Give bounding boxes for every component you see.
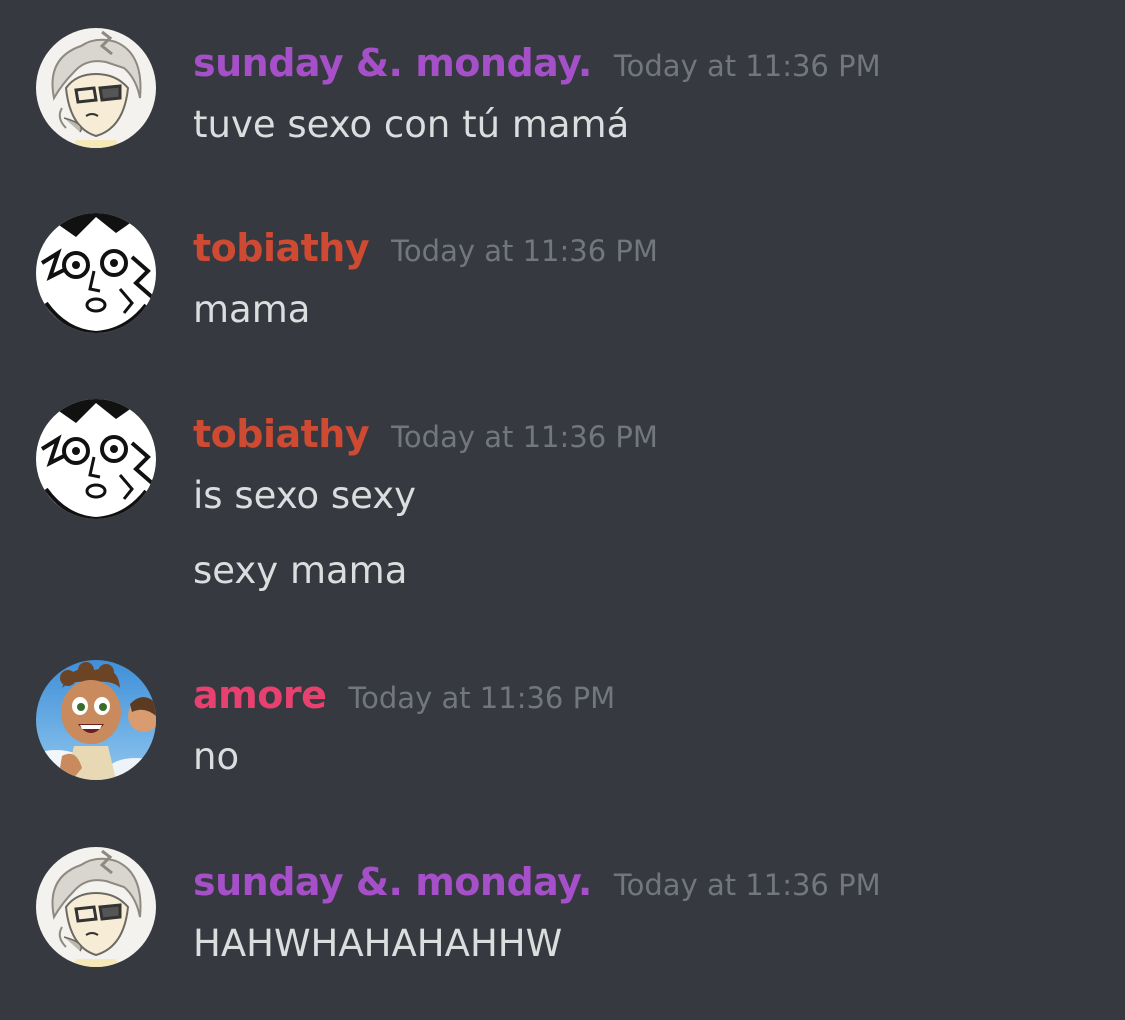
message-header: amore Today at 11:36 PM (193, 670, 615, 720)
username[interactable]: tobiathy (193, 226, 370, 270)
message-header: sunday &. monday. Today at 11:36 PM (193, 38, 881, 88)
message-text: HAHWHAHAHAHHW (193, 922, 563, 965)
message-text: sexy mama (193, 549, 408, 592)
message-group: sunday &. monday. Today at 11:36 PM HAHWH… (0, 847, 1125, 987)
username[interactable]: sunday &. monday. (193, 860, 592, 904)
message-text: tuve sexo con tú mamá (193, 103, 630, 146)
manga-avatar-icon (36, 399, 156, 519)
message-list: sunday &. monday. Today at 11:36 PM tuve … (0, 0, 1125, 1020)
timestamp[interactable]: Today at 11:36 PM (348, 681, 615, 715)
sketch-avatar-icon (36, 847, 156, 967)
message-group: tobiathy Today at 11:36 PM mama (0, 213, 1125, 353)
timestamp[interactable]: Today at 11:36 PM (614, 49, 881, 83)
timestamp[interactable]: Today at 11:36 PM (391, 420, 658, 454)
timestamp[interactable]: Today at 11:36 PM (391, 234, 658, 268)
message-header: sunday &. monday. Today at 11:36 PM (193, 857, 881, 907)
cartoon-avatar-icon (36, 660, 156, 780)
message-group: amore Today at 11:36 PM no (0, 660, 1125, 800)
manga-avatar-icon (36, 213, 156, 333)
username[interactable]: amore (193, 673, 327, 717)
message-text: is sexo sexy (193, 474, 417, 517)
avatar[interactable] (36, 847, 156, 967)
message-header: tobiathy Today at 11:36 PM (193, 223, 658, 273)
timestamp[interactable]: Today at 11:36 PM (614, 868, 881, 902)
message-text: no (193, 735, 240, 778)
message-group: tobiathy Today at 11:36 PM is sexo sexy s… (0, 399, 1125, 609)
message-header: tobiathy Today at 11:36 PM (193, 409, 658, 459)
message-text: mama (193, 288, 311, 331)
avatar[interactable] (36, 213, 156, 333)
sketch-avatar-icon (36, 28, 156, 148)
message-group: sunday &. monday. Today at 11:36 PM tuve … (0, 28, 1125, 168)
avatar[interactable] (36, 28, 156, 148)
avatar[interactable] (36, 660, 156, 780)
username[interactable]: tobiathy (193, 412, 370, 456)
avatar[interactable] (36, 399, 156, 519)
username[interactable]: sunday &. monday. (193, 41, 592, 85)
